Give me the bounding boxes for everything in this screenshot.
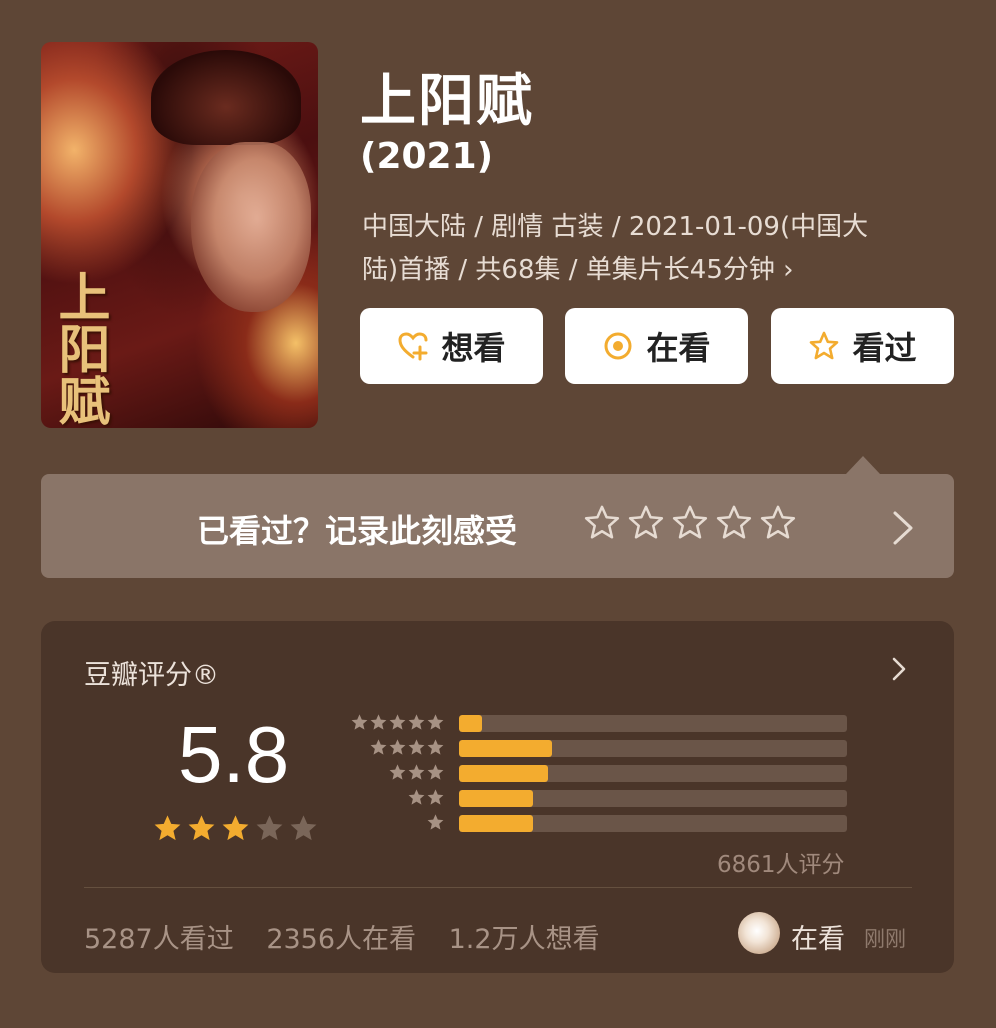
small-star-icon <box>407 738 426 757</box>
avatar[interactable] <box>738 912 780 954</box>
show-meta[interactable]: 中国大陆 / 剧情 古装 / 2021-01-09(中国大 陆)首播 / 共68… <box>362 206 942 292</box>
rate-star-icon[interactable] <box>583 504 621 542</box>
small-star-icon <box>407 788 426 807</box>
distribution-bar-track <box>459 715 847 732</box>
small-star-icon <box>426 738 445 757</box>
watched-label: 看过 <box>852 329 917 367</box>
star-empty-icon <box>254 813 285 844</box>
small-star-icon <box>426 713 445 732</box>
friend-activity-time: 刚刚 <box>864 927 906 951</box>
distribution-bar-track <box>459 765 847 782</box>
watching-label: 在看 <box>646 329 711 367</box>
rating-score: 5.8 <box>178 710 290 799</box>
watched-count[interactable]: 5287人看过 <box>84 924 234 955</box>
small-star-icon <box>407 763 426 782</box>
distribution-stars <box>350 713 445 732</box>
chevron-right-icon[interactable] <box>889 655 909 683</box>
small-star-icon <box>369 738 388 757</box>
meta-line-1: 中国大陆 / 剧情 古装 / 2021-01-09(中国大 <box>362 212 869 242</box>
small-star-icon <box>426 763 445 782</box>
distribution-bar-fill <box>459 815 533 832</box>
small-star-icon <box>369 713 388 732</box>
distribution-bar-fill <box>459 790 533 807</box>
rate-stars[interactable] <box>583 504 797 542</box>
distribution-stars <box>369 738 445 757</box>
star-filled-icon <box>220 813 251 844</box>
small-star-icon <box>388 738 407 757</box>
douban-rating-card[interactable]: 豆瓣评分® 5.8 6861人评分 5287人看过 2356人在看 1.2万人想… <box>41 621 954 973</box>
want-count[interactable]: 1.2万人想看 <box>449 924 600 955</box>
record-prompt: 已看过？记录此刻感受 <box>197 512 518 550</box>
meta-line-2: 陆)首播 / 共68集 / 单集片长45分钟 › <box>362 255 794 285</box>
distribution-stars <box>426 813 445 832</box>
page-title: 上阳赋 <box>360 69 534 134</box>
record-feeling-card[interactable]: 已看过？记录此刻感受 <box>41 474 954 578</box>
star-outline-icon <box>808 330 840 362</box>
distribution-row-5-star <box>344 711 849 736</box>
poster-image[interactable]: 上阳赋 <box>41 42 318 428</box>
rate-star-icon[interactable] <box>671 504 709 542</box>
small-star-icon <box>407 713 426 732</box>
release-year: (2021) <box>360 136 494 177</box>
chevron-right-icon[interactable] <box>887 508 917 548</box>
small-star-icon <box>388 763 407 782</box>
poster-crown-art <box>151 50 301 145</box>
audience-stats[interactable]: 5287人看过 2356人在看 1.2万人想看 <box>84 917 624 956</box>
distribution-bar-fill <box>459 715 483 732</box>
rate-star-icon[interactable] <box>715 504 753 542</box>
poster-title-art: 上阳赋 <box>49 270 110 426</box>
popover-notch <box>846 456 880 474</box>
friend-activity-status: 在看 <box>791 924 845 955</box>
small-star-icon <box>388 713 407 732</box>
rating-distribution <box>344 711 849 836</box>
want-to-watch-button[interactable]: 想看 <box>360 308 543 384</box>
chevron-right-icon: › <box>783 255 794 285</box>
distribution-stars <box>388 763 445 782</box>
distribution-bar-track <box>459 790 847 807</box>
distribution-row-2-star <box>344 786 849 811</box>
star-filled-icon <box>186 813 217 844</box>
star-empty-icon <box>288 813 319 844</box>
want-to-watch-label: 想看 <box>441 329 506 367</box>
poster-figure-art <box>191 142 311 312</box>
rating-label: 豆瓣评分® <box>84 660 219 691</box>
rate-star-icon[interactable] <box>759 504 797 542</box>
distribution-bar-fill <box>459 765 549 782</box>
heart-plus-icon <box>397 330 429 362</box>
watching-button[interactable]: 在看 <box>565 308 748 384</box>
distribution-row-3-star <box>344 761 849 786</box>
target-icon <box>602 330 634 362</box>
watching-count[interactable]: 2356人在看 <box>266 924 416 955</box>
distribution-row-1-star <box>344 811 849 836</box>
distribution-row-4-star <box>344 736 849 761</box>
small-star-icon <box>426 788 445 807</box>
star-filled-icon <box>152 813 183 844</box>
small-star-icon <box>426 813 445 832</box>
small-star-icon <box>350 713 369 732</box>
distribution-bar-fill <box>459 740 553 757</box>
distribution-stars <box>407 788 445 807</box>
rate-star-icon[interactable] <box>627 504 665 542</box>
distribution-bar-track <box>459 815 847 832</box>
watched-button[interactable]: 看过 <box>771 308 954 384</box>
distribution-bar-track <box>459 740 847 757</box>
score-stars <box>152 813 319 844</box>
rating-count: 6861人评分 <box>717 852 845 878</box>
divider <box>84 887 912 888</box>
